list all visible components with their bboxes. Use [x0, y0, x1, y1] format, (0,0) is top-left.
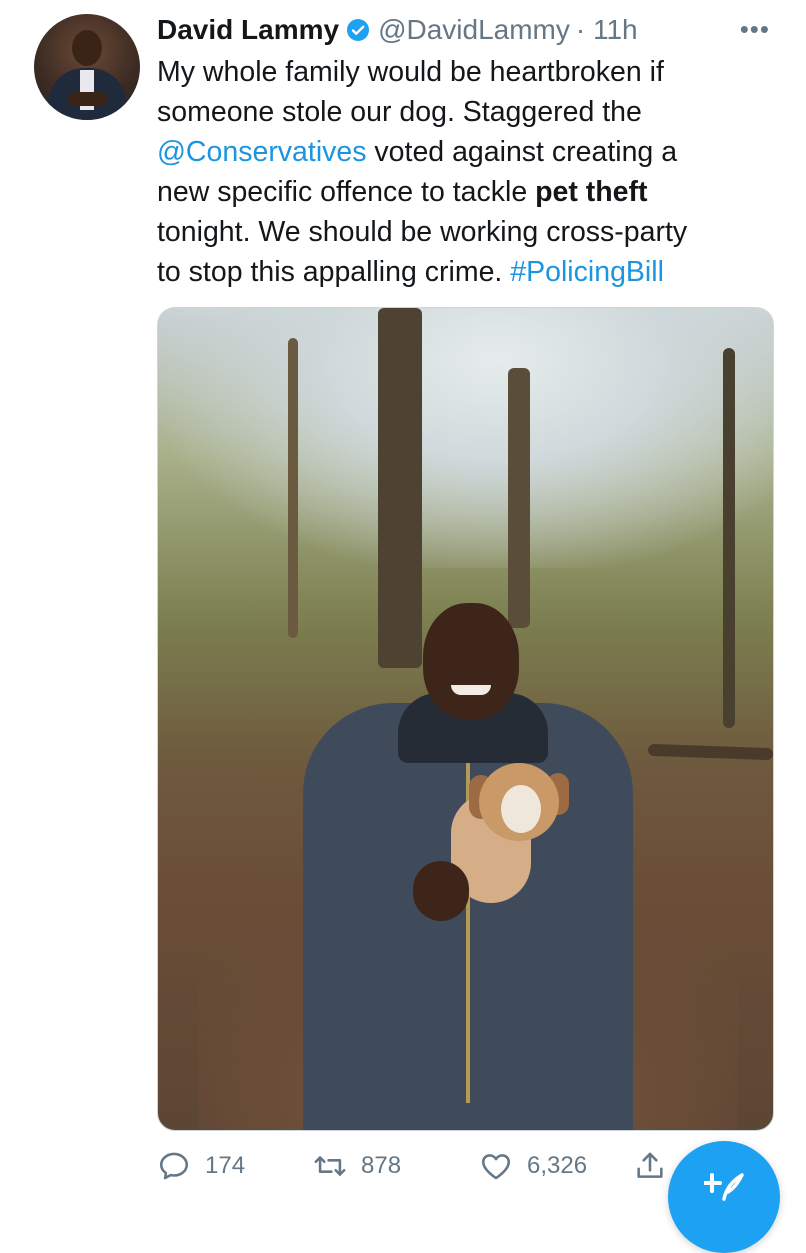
share-icon	[637, 1152, 663, 1178]
photo-tree-trunk	[508, 368, 530, 628]
verified-badge-icon	[347, 19, 370, 41]
tweet-text-segment: to stop this appalling crime.	[157, 256, 511, 288]
photo-person-smile	[451, 685, 491, 695]
tweet-text-bold: pet theft	[535, 176, 648, 208]
photo-sky	[158, 308, 773, 568]
more-options-icon[interactable]: •••	[740, 14, 770, 45]
author-name[interactable]: David Lammy	[157, 14, 339, 46]
avatar-figure-head	[72, 30, 102, 66]
tweet-text-line: My whole family would be heartbroken if	[157, 52, 777, 92]
photo-fallen-log	[647, 743, 773, 761]
like-button[interactable]: 6,326	[479, 1146, 587, 1186]
tweet-text-line: someone stole our dog. Staggered the	[157, 92, 777, 132]
tweet-text-segment: voted against creating a	[366, 136, 678, 168]
heart-icon	[481, 1154, 511, 1180]
tweet-text: My whole family would be heartbroken if s…	[157, 52, 777, 292]
reply-count: 174	[205, 1152, 246, 1179]
photo-person-head	[423, 603, 519, 719]
tweet-text-segment: tonight. We should be working cross-part…	[157, 216, 688, 248]
tweet-text-line: tonight. We should be working cross-part…	[157, 212, 777, 252]
tweet-actions: 174 878 6,326	[157, 1146, 717, 1186]
tweet-text-line: @Conservatives voted against creating a	[157, 132, 777, 172]
retweet-count: 878	[361, 1152, 402, 1179]
puppy-face	[501, 785, 541, 833]
tweet-text-segment: someone stole our dog. Staggered the	[157, 96, 642, 128]
tweet-header: David Lammy @DavidLammy · 11h	[157, 10, 638, 50]
photo-person	[303, 593, 633, 1130]
photo-tree-trunk	[723, 348, 735, 728]
photo-person-hand	[413, 861, 469, 921]
author-handle[interactable]: @DavidLammy	[378, 14, 570, 46]
avatar-figure-hands	[68, 92, 108, 106]
hashtag-link[interactable]: #PolicingBill	[510, 256, 664, 288]
photo-tree-trunk	[288, 338, 298, 638]
tweet-photo[interactable]	[157, 307, 774, 1131]
compose-tweet-icon	[704, 1173, 744, 1201]
retweet-button[interactable]: 878	[313, 1146, 401, 1186]
reply-bubble-icon	[159, 1152, 189, 1180]
share-button[interactable]	[633, 1146, 667, 1186]
tweet-text-line: new specific offence to tackle pet theft	[157, 172, 777, 212]
tweet-text-line: to stop this appalling crime. #PolicingB…	[157, 252, 777, 292]
author-avatar[interactable]	[34, 14, 140, 120]
tweet-text-segment: My whole family would be heartbroken if	[157, 56, 664, 88]
retweet-icon	[314, 1156, 346, 1176]
tweet-timestamp[interactable]: · 11h	[576, 14, 638, 46]
mention-link[interactable]: @Conservatives	[157, 136, 367, 168]
tweet-text-segment: new specific offence to tackle	[157, 176, 536, 208]
like-count: 6,326	[527, 1152, 588, 1179]
reply-button[interactable]: 174	[157, 1146, 245, 1186]
compose-tweet-button[interactable]	[668, 1141, 780, 1253]
